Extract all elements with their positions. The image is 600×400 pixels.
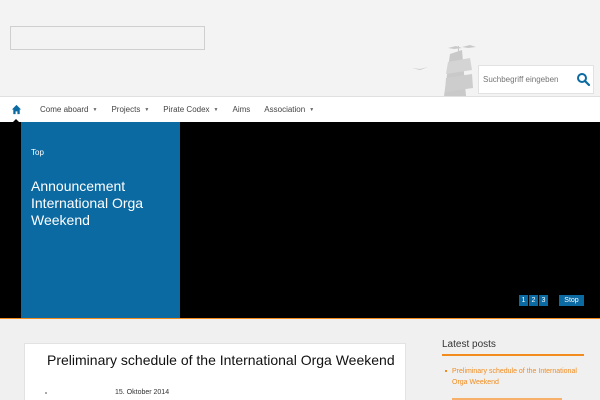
- nav-item-come-aboard[interactable]: Come aboard ▼: [33, 97, 104, 122]
- slider-page-1[interactable]: 1: [519, 295, 528, 306]
- nav-item-association[interactable]: Association ▼: [257, 97, 321, 122]
- nav-menu: Come aboard ▼ Projects ▼ Pirate Codex ▼ Aim…: [33, 97, 321, 122]
- main-navigation: Come aboard ▼ Projects ▼ Pirate Codex ▼ Aim…: [0, 96, 600, 124]
- sidebar-heading-underline: [442, 354, 584, 356]
- nav-item-label: Aims: [232, 105, 251, 114]
- chevron-down-icon: ▼: [92, 106, 98, 113]
- slide-category: Top: [31, 148, 44, 157]
- nav-item-label: Association: [264, 105, 306, 114]
- slide-title[interactable]: Announcement International Orga Weekend: [31, 178, 176, 229]
- nav-item-label: Pirate Codex: [163, 105, 210, 114]
- chevron-down-icon: ▼: [144, 106, 150, 113]
- post-date: 15. Oktober 2014: [115, 389, 170, 396]
- site-header: [0, 0, 600, 96]
- featured-slider: Top Announcement International Orga Week…: [0, 122, 600, 318]
- search-icon: [577, 73, 591, 87]
- chevron-down-icon: ▼: [213, 106, 219, 113]
- site-logo-placeholder[interactable]: [10, 26, 205, 50]
- home-icon: [11, 104, 21, 115]
- slide-caption-panel[interactable]: Top Announcement International Orga Week…: [21, 122, 180, 318]
- slider-page-3[interactable]: 3: [539, 295, 548, 306]
- sidebar-post-link-cut-off[interactable]: [452, 395, 586, 400]
- nav-item-aims[interactable]: Aims: [226, 97, 258, 122]
- list-bullet: [445, 370, 447, 372]
- sidebar-heading: Latest posts: [442, 339, 496, 350]
- nav-item-label: Projects: [111, 105, 141, 114]
- nav-item-label: Come aboard: [40, 105, 89, 114]
- search-button[interactable]: [575, 71, 591, 87]
- sidebar-post-link[interactable]: Preliminary schedule of the Internationa…: [452, 366, 586, 388]
- post-title[interactable]: Preliminary schedule of the Internationa…: [47, 352, 397, 369]
- post-card: Preliminary schedule of the Internationa…: [24, 343, 406, 400]
- chevron-down-icon: ▼: [309, 106, 315, 113]
- nav-item-pirate-codex[interactable]: Pirate Codex ▼: [156, 97, 225, 122]
- search-box: [478, 65, 594, 94]
- meta-bullet: [45, 392, 47, 394]
- search-input[interactable]: [479, 66, 575, 93]
- slider-pagination: 1 2 3: [519, 295, 548, 306]
- main-content: Preliminary schedule of the Internationa…: [0, 319, 600, 400]
- slider-page-2[interactable]: 2: [529, 295, 538, 306]
- nav-item-projects[interactable]: Projects ▼: [104, 97, 156, 122]
- slider-stop-button[interactable]: Stop: [559, 295, 584, 306]
